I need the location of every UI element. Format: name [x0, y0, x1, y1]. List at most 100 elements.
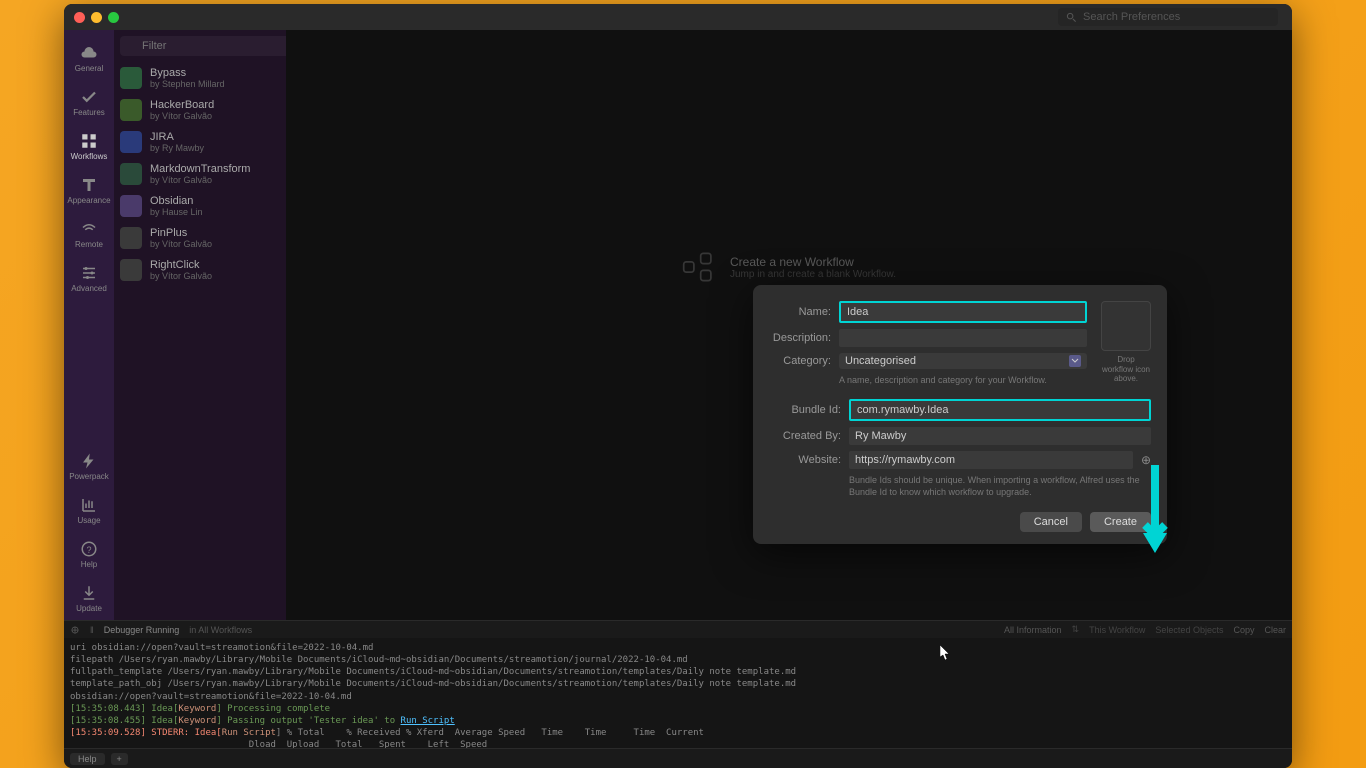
workflow-name: Obsidian	[150, 195, 280, 207]
createdby-field[interactable]	[849, 427, 1151, 445]
globe-icon[interactable]: ⊕	[1141, 453, 1151, 467]
nav-label: Usage	[77, 516, 100, 525]
nav-update[interactable]: Update	[64, 576, 114, 620]
bug-icon[interactable]	[70, 625, 80, 635]
add-button[interactable]: +	[111, 753, 128, 765]
nav-label: Workflows	[71, 152, 108, 161]
nav-general[interactable]: General	[64, 36, 114, 80]
create-button[interactable]: Create	[1090, 512, 1151, 532]
bundle-field[interactable]	[849, 399, 1151, 421]
workflow-list: Bypassby Stephen MillardHackerBoardby Ví…	[114, 62, 286, 620]
workflow-icon	[120, 99, 142, 121]
nav-label: General	[75, 64, 103, 73]
workflow-name: HackerBoard	[150, 99, 280, 111]
name-label: Name:	[769, 306, 831, 318]
list-item[interactable]: MarkdownTransformby Vítor Galvão	[114, 158, 286, 190]
info-level-select[interactable]: All Information	[1004, 625, 1062, 635]
nav-label: Appearance	[67, 196, 110, 205]
workflow-name: MarkdownTransform	[150, 163, 280, 175]
workflow-author: by Vítor Galvão	[150, 175, 280, 185]
cloud-icon	[80, 44, 98, 62]
pause-icon[interactable]: ‖	[90, 625, 94, 635]
brush-icon	[80, 176, 98, 194]
search-placeholder: Search Preferences	[1083, 11, 1180, 23]
check-icon	[80, 88, 98, 106]
description-label: Description:	[769, 332, 831, 344]
grid-icon	[80, 132, 98, 150]
copy-button[interactable]: Copy	[1233, 625, 1254, 635]
wifi-icon	[80, 220, 98, 238]
website-field[interactable]	[849, 451, 1133, 469]
minimize-icon[interactable]	[91, 12, 102, 23]
workflow-sidebar: Bypassby Stephen MillardHackerBoardby Ví…	[114, 30, 286, 620]
workflow-icon	[120, 227, 142, 249]
app-window: Search Preferences General Features Work…	[64, 4, 1292, 768]
workflow-icon	[120, 67, 142, 89]
clear-button[interactable]: Clear	[1264, 625, 1286, 635]
nav-workflows[interactable]: Workflows	[64, 124, 114, 168]
workflow-name: RightClick	[150, 259, 280, 271]
zoom-icon[interactable]	[108, 12, 119, 23]
debug-status: Debugger Running	[104, 625, 180, 635]
category-select[interactable]: Uncategorised	[839, 353, 1087, 369]
nav-usage[interactable]: Usage	[64, 488, 114, 532]
workflow-name: JIRA	[150, 131, 280, 143]
nav-label: Powerpack	[69, 472, 109, 481]
section2-hint: Bundle Ids should be unique. When import…	[849, 475, 1151, 498]
workflow-author: by Vítor Galvão	[150, 239, 280, 249]
left-nav: General Features Workflows Appearance Re…	[64, 30, 114, 620]
main-area: General Features Workflows Appearance Re…	[64, 30, 1292, 620]
nav-appearance[interactable]: Appearance	[64, 168, 114, 212]
chart-icon	[80, 496, 98, 514]
titlebar: Search Preferences	[64, 4, 1292, 30]
list-item[interactable]: JIRAby Ry Mawby	[114, 126, 286, 158]
icon-dropzone[interactable]	[1101, 301, 1151, 351]
nav-features[interactable]: Features	[64, 80, 114, 124]
create-workflow-modal: Drop workflow icon above. Name: Descript…	[753, 285, 1167, 544]
nav-remote[interactable]: Remote	[64, 212, 114, 256]
workflow-icon	[120, 131, 142, 153]
nav-label: Advanced	[71, 284, 107, 293]
debug-scope: in All Workflows	[189, 625, 252, 635]
scope-objects[interactable]: Selected Objects	[1155, 625, 1223, 635]
close-icon[interactable]	[74, 12, 85, 23]
workflow-icon	[120, 195, 142, 217]
scope-workflow[interactable]: This Workflow	[1089, 625, 1145, 635]
workflow-author: by Vítor Galvão	[150, 271, 280, 281]
filter-bar	[114, 30, 286, 62]
category-value: Uncategorised	[845, 355, 916, 367]
icon-drop-label: Drop workflow icon above.	[1101, 355, 1151, 384]
footer-bar: Help +	[64, 748, 1292, 768]
nav-powerpack[interactable]: Powerpack	[64, 444, 114, 488]
filter-input[interactable]	[120, 36, 290, 56]
workflow-author: by Stephen Millard	[150, 79, 280, 89]
workflow-canvas[interactable]: Create a new Workflow Jump in and create…	[286, 30, 1292, 620]
workflow-author: by Vítor Galvão	[150, 111, 280, 121]
list-item[interactable]: RightClickby Vítor Galvão	[114, 254, 286, 286]
nav-label: Update	[76, 604, 102, 613]
list-item[interactable]: HackerBoardby Vítor Galvão	[114, 94, 286, 126]
description-field[interactable]	[839, 329, 1087, 347]
nav-advanced[interactable]: Advanced	[64, 256, 114, 300]
debug-log[interactable]: uri obsidian://open?vault=streamotion&fi…	[64, 638, 1292, 748]
help-button[interactable]: Help	[70, 753, 105, 765]
createdby-label: Created By:	[769, 430, 841, 442]
workflow-author: by Hause Lin	[150, 207, 280, 217]
list-item[interactable]: Bypassby Stephen Millard	[114, 62, 286, 94]
name-field[interactable]	[839, 301, 1087, 323]
search-preferences[interactable]: Search Preferences	[1058, 8, 1278, 26]
nav-label: Remote	[75, 240, 103, 249]
workflow-icon	[120, 163, 142, 185]
traffic-lights	[74, 12, 119, 23]
help-icon: ?	[80, 540, 98, 558]
list-item[interactable]: PinPlusby Vítor Galvão	[114, 222, 286, 254]
list-item[interactable]: Obsidianby Hause Lin	[114, 190, 286, 222]
search-icon	[1066, 12, 1077, 23]
download-icon	[80, 584, 98, 602]
website-label: Website:	[769, 454, 841, 466]
nav-label: Help	[81, 560, 97, 569]
debug-statusbar: ‖ Debugger Running in All Workflows All …	[64, 620, 1292, 638]
sliders-icon	[80, 264, 98, 282]
cancel-button[interactable]: Cancel	[1020, 512, 1082, 532]
nav-help[interactable]: ? Help	[64, 532, 114, 576]
